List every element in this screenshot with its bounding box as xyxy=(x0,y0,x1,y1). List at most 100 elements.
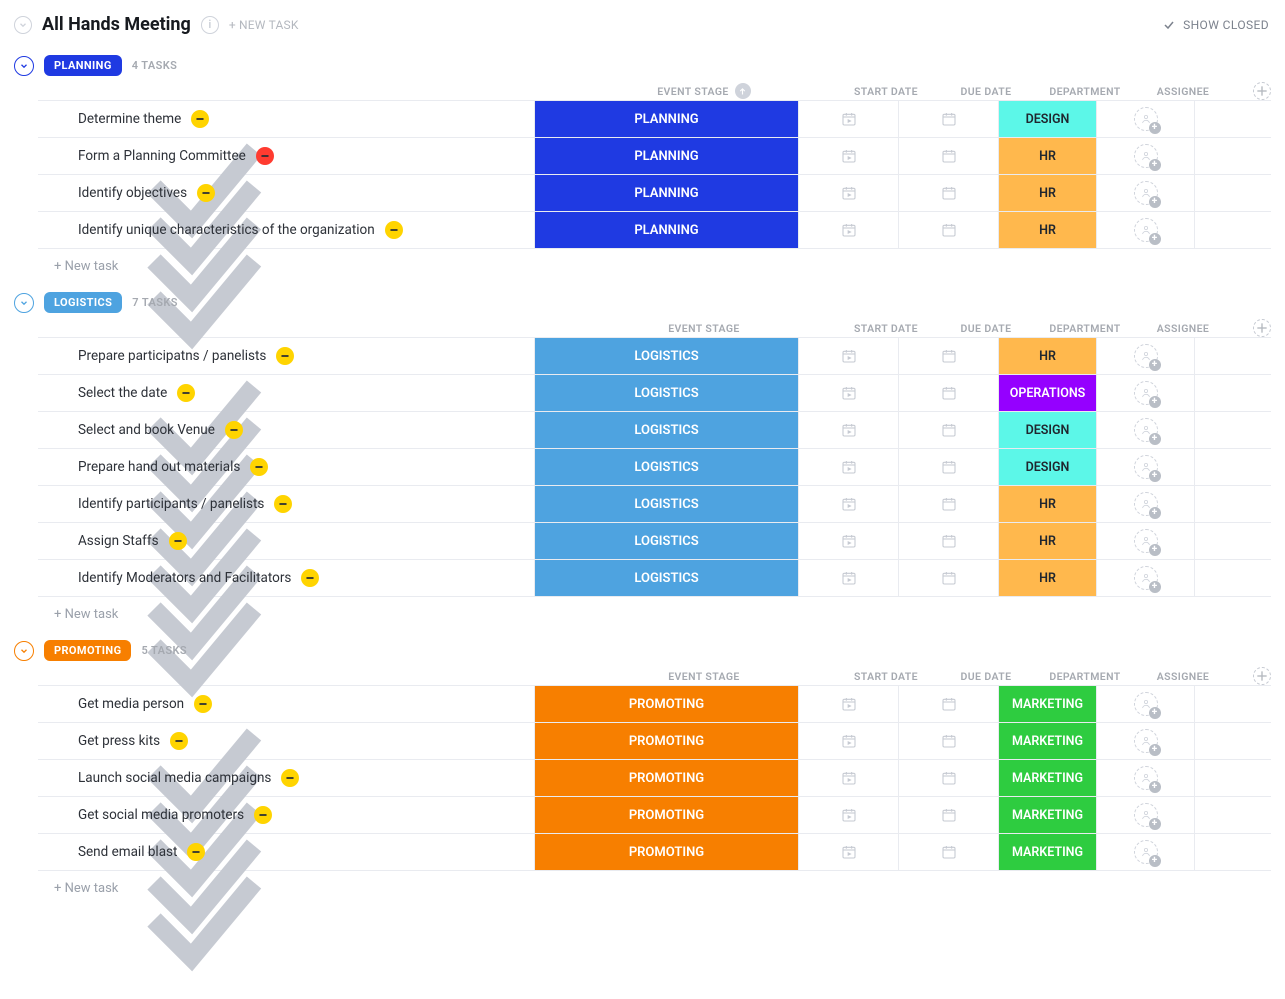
event-stage-cell[interactable]: PLANNING xyxy=(534,138,798,174)
task-name-cell[interactable]: Prepare participatns / panelists xyxy=(38,338,534,374)
department-cell[interactable]: HR xyxy=(998,138,1096,174)
start-date-cell[interactable] xyxy=(798,686,898,722)
due-date-cell[interactable] xyxy=(898,760,998,796)
complete-check-icon[interactable] xyxy=(54,423,68,437)
due-date-cell[interactable] xyxy=(898,212,998,248)
due-date-cell[interactable] xyxy=(898,175,998,211)
group-collapse-toggle[interactable] xyxy=(14,641,34,661)
assignee-placeholder-icon[interactable]: + xyxy=(1134,144,1158,168)
sort-indicator[interactable] xyxy=(735,83,751,99)
complete-check-icon[interactable] xyxy=(54,571,68,585)
task-name-cell[interactable]: Identify unique characteristics of the o… xyxy=(38,212,534,248)
info-icon[interactable]: i xyxy=(201,16,219,34)
assignee-cell[interactable]: + xyxy=(1096,797,1194,833)
col-head-assignee[interactable]: ASSIGNEE xyxy=(1134,85,1232,98)
priority-badge-red[interactable] xyxy=(256,147,274,165)
assignee-cell[interactable]: + xyxy=(1096,834,1194,870)
due-date-cell[interactable] xyxy=(898,338,998,374)
assignee-cell[interactable]: + xyxy=(1096,212,1194,248)
assignee-placeholder-icon[interactable]: + xyxy=(1134,766,1158,790)
due-date-cell[interactable] xyxy=(898,723,998,759)
task-name-cell[interactable]: Send email blast xyxy=(38,834,534,870)
assignee-cell[interactable]: + xyxy=(1096,375,1194,411)
task-name-cell[interactable]: Get press kits xyxy=(38,723,534,759)
task-name-cell[interactable]: Determine theme xyxy=(38,101,534,137)
event-stage-cell[interactable]: PROMOTING xyxy=(534,760,798,796)
department-cell[interactable]: HR xyxy=(998,338,1096,374)
add-column[interactable] xyxy=(1232,319,1285,337)
task-row[interactable]: Select the date LOGISTICS OPERATIONS + xyxy=(38,375,1271,412)
complete-check-icon[interactable] xyxy=(54,460,68,474)
complete-check-icon[interactable] xyxy=(54,771,68,785)
due-date-cell[interactable] xyxy=(898,375,998,411)
task-name-cell[interactable]: Launch social media campaigns xyxy=(38,760,534,796)
task-row[interactable]: Send email blast PROMOTING MARKETING + xyxy=(38,834,1271,871)
task-row[interactable]: Get social media promoters PROMOTING MAR… xyxy=(38,797,1271,834)
new-task-button-top[interactable]: + NEW TASK xyxy=(229,18,299,32)
task-row[interactable]: Prepare participatns / panelists LOGISTI… xyxy=(38,338,1271,375)
col-head-due[interactable]: DUE DATE xyxy=(936,85,1036,98)
assignee-placeholder-icon[interactable]: + xyxy=(1134,455,1158,479)
start-date-cell[interactable] xyxy=(798,560,898,596)
assignee-cell[interactable]: + xyxy=(1096,686,1194,722)
start-date-cell[interactable] xyxy=(798,834,898,870)
start-date-cell[interactable] xyxy=(798,449,898,485)
due-date-cell[interactable] xyxy=(898,834,998,870)
task-row[interactable]: Prepare hand out materials LOGISTICS DES… xyxy=(38,449,1271,486)
col-head-due[interactable]: DUE DATE xyxy=(936,670,1036,683)
task-row[interactable]: Get media person PROMOTING MARKETING + xyxy=(38,686,1271,723)
task-row[interactable]: Form a Planning Committee PLANNING HR + xyxy=(38,138,1271,175)
department-cell[interactable]: MARKETING xyxy=(998,686,1096,722)
assignee-cell[interactable]: + xyxy=(1096,138,1194,174)
department-cell[interactable]: HR xyxy=(998,486,1096,522)
complete-check-icon[interactable] xyxy=(54,149,68,163)
event-stage-cell[interactable]: LOGISTICS xyxy=(534,412,798,448)
department-cell[interactable]: DESIGN xyxy=(998,412,1096,448)
start-date-cell[interactable] xyxy=(798,760,898,796)
department-cell[interactable]: MARKETING xyxy=(998,723,1096,759)
start-date-cell[interactable] xyxy=(798,723,898,759)
complete-check-icon[interactable] xyxy=(54,223,68,237)
event-stage-cell[interactable]: LOGISTICS xyxy=(534,375,798,411)
due-date-cell[interactable] xyxy=(898,560,998,596)
col-head-assignee[interactable]: ASSIGNEE xyxy=(1134,322,1232,335)
add-column[interactable] xyxy=(1232,82,1285,100)
assignee-placeholder-icon[interactable]: + xyxy=(1134,181,1158,205)
task-name-cell[interactable]: Identify participants / panelists xyxy=(38,486,534,522)
col-head-start[interactable]: START DATE xyxy=(836,322,936,335)
event-stage-cell[interactable]: PLANNING xyxy=(534,175,798,211)
assignee-cell[interactable]: + xyxy=(1096,523,1194,559)
due-date-cell[interactable] xyxy=(898,101,998,137)
complete-check-icon[interactable] xyxy=(54,808,68,822)
col-head-start[interactable]: START DATE xyxy=(836,85,936,98)
due-date-cell[interactable] xyxy=(898,523,998,559)
complete-check-icon[interactable] xyxy=(54,349,68,363)
assignee-placeholder-icon[interactable]: + xyxy=(1134,418,1158,442)
department-cell[interactable]: MARKETING xyxy=(998,797,1096,833)
event-stage-cell[interactable]: PROMOTING xyxy=(534,686,798,722)
group-status-pill[interactable]: LOGISTICS xyxy=(44,292,122,313)
col-head-dept[interactable]: DEPARTMENT xyxy=(1036,670,1134,683)
event-stage-cell[interactable]: LOGISTICS xyxy=(534,523,798,559)
col-head-due[interactable]: DUE DATE xyxy=(936,322,1036,335)
complete-check-icon[interactable] xyxy=(54,112,68,126)
task-row[interactable]: Select and book Venue LOGISTICS DESIGN + xyxy=(38,412,1271,449)
department-cell[interactable]: HR xyxy=(998,212,1096,248)
department-cell[interactable]: HR xyxy=(998,523,1096,559)
assignee-placeholder-icon[interactable]: + xyxy=(1134,492,1158,516)
assignee-placeholder-icon[interactable]: + xyxy=(1134,381,1158,405)
event-stage-cell[interactable]: LOGISTICS xyxy=(534,449,798,485)
start-date-cell[interactable] xyxy=(798,338,898,374)
event-stage-cell[interactable]: LOGISTICS xyxy=(534,486,798,522)
group-collapse-toggle[interactable] xyxy=(14,56,34,76)
task-row[interactable]: Launch social media campaigns PROMOTING … xyxy=(38,760,1271,797)
department-cell[interactable]: HR xyxy=(998,560,1096,596)
task-row[interactable]: Identify unique characteristics of the o… xyxy=(38,212,1271,249)
assignee-cell[interactable]: + xyxy=(1096,412,1194,448)
task-name-cell[interactable]: Get social media promoters xyxy=(38,797,534,833)
due-date-cell[interactable] xyxy=(898,449,998,485)
assignee-cell[interactable]: + xyxy=(1096,723,1194,759)
start-date-cell[interactable] xyxy=(798,797,898,833)
task-name-cell[interactable]: Assign Staffs xyxy=(38,523,534,559)
task-row[interactable]: Determine theme PLANNING DESIGN + xyxy=(38,101,1271,138)
